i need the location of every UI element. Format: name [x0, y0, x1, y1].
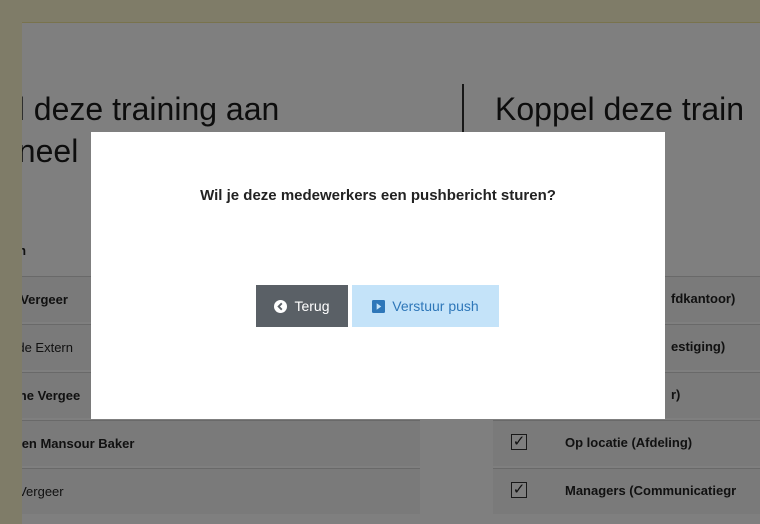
chevron-left-circle-icon: [274, 299, 288, 313]
back-button-label: Terug: [294, 298, 330, 314]
push-confirm-dialog: Wil je deze medewerkers een pushbericht …: [91, 132, 665, 419]
back-button[interactable]: Terug: [256, 285, 348, 327]
dialog-message: Wil je deze medewerkers een pushbericht …: [200, 187, 556, 204]
play-square-icon: [372, 299, 386, 313]
send-push-button-label: Verstuur push: [392, 298, 479, 314]
send-push-button[interactable]: Verstuur push: [352, 285, 499, 327]
